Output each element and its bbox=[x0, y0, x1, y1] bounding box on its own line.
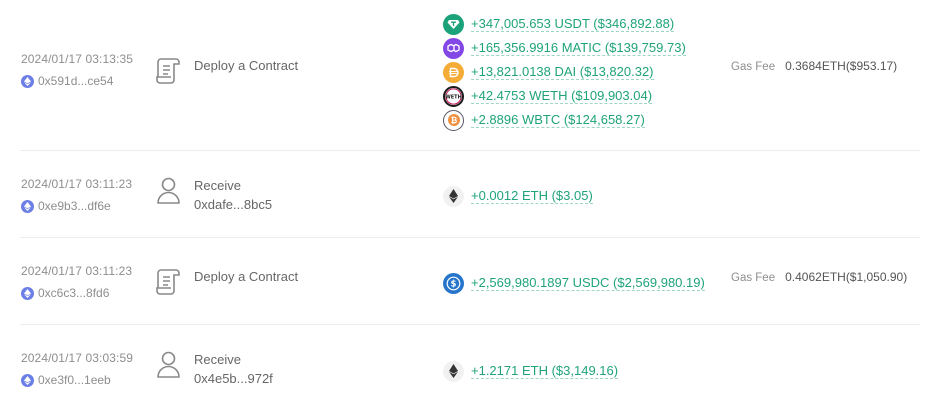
counterparty-address-link[interactable]: 0xdafe...8bc5 bbox=[194, 195, 272, 214]
transaction-row: 2024/01/17 03:11:23 0xc6c3...8fd6 Deploy… bbox=[0, 238, 920, 325]
svg-text:₿: ₿ bbox=[450, 116, 457, 125]
eth-icon bbox=[443, 185, 464, 207]
action-type-label: Deploy a Contract bbox=[194, 58, 299, 73]
asset-change-item: +0.0012 ETH ($3.05) bbox=[443, 184, 593, 208]
action-column: Deploy a Contract bbox=[155, 56, 298, 84]
gas-fee: Gas Fee 0.4062ETH($1,050.90) bbox=[731, 270, 907, 284]
svg-text:WETH: WETH bbox=[445, 94, 462, 100]
asset-amount-link[interactable]: +347,005.653 USDT ($346,892.88) bbox=[471, 16, 675, 32]
transaction-hash-link[interactable]: 0xc6c3...8fd6 bbox=[38, 286, 109, 300]
gas-fee: Gas Fee 0.3684ETH($953.17) bbox=[731, 59, 897, 73]
asset-amount-link[interactable]: +42.4753 WETH ($109,903.04) bbox=[471, 88, 653, 104]
transaction-list: 2024/01/17 03:13:35 0x591d...ce54 Deploy… bbox=[0, 0, 939, 408]
time-hash-column: 2024/01/17 03:03:59 0xe3f0...1eeb bbox=[21, 351, 133, 387]
transaction-hash-link[interactable]: 0xe3f0...1eeb bbox=[38, 373, 111, 387]
asset-amount-link[interactable]: +165,356.9916 MATIC ($139,759.73) bbox=[471, 40, 686, 56]
transaction-timestamp: 2024/01/17 03:03:59 bbox=[21, 351, 134, 365]
asset-amount-link[interactable]: +2,569,980.1897 USDC ($2,569,980.19) bbox=[471, 275, 705, 291]
asset-amount-link[interactable]: +2.8896 WBTC ($124,658.27) bbox=[471, 112, 645, 128]
asset-changes: +1.2171 ETH ($3,149.16) bbox=[443, 359, 619, 383]
asset-change-item: +165,356.9916 MATIC ($139,759.73) bbox=[443, 36, 686, 60]
user-icon bbox=[157, 177, 180, 204]
transaction-row: 2024/01/17 03:11:23 0xe9b3...df6e Receiv… bbox=[0, 151, 920, 238]
contract-scroll-icon bbox=[156, 58, 180, 84]
dai-icon bbox=[443, 61, 464, 83]
transaction-timestamp: 2024/01/17 03:13:35 bbox=[21, 52, 134, 66]
matic-icon bbox=[443, 37, 464, 59]
contract-scroll-icon bbox=[156, 269, 180, 295]
action-type-label: Receive bbox=[194, 178, 241, 193]
action-column: Receive 0xdafe...8bc5 bbox=[155, 176, 272, 214]
transaction-hash-link[interactable]: 0xe9b3...df6e bbox=[38, 199, 111, 213]
wbtc-icon: ₿ bbox=[443, 109, 464, 131]
ethereum-chain-icon bbox=[21, 199, 34, 213]
asset-change-item: +1.2171 ETH ($3,149.16) bbox=[443, 359, 619, 383]
usdc-icon: $ bbox=[443, 272, 464, 294]
time-hash-column: 2024/01/17 03:11:23 0xc6c3...8fd6 bbox=[21, 264, 132, 300]
transaction-timestamp: 2024/01/17 03:11:23 bbox=[21, 177, 133, 191]
gas-fee-label: Gas Fee bbox=[731, 61, 776, 73]
ethereum-chain-icon bbox=[21, 373, 34, 387]
weth-icon: WETH bbox=[443, 85, 464, 107]
gas-fee-label: Gas Fee bbox=[731, 272, 776, 284]
counterparty-address-link[interactable]: 0x4e5b...972f bbox=[194, 369, 273, 388]
asset-amount-link[interactable]: +1.2171 ETH ($3,149.16) bbox=[471, 363, 619, 379]
action-column: Receive 0x4e5b...972f bbox=[155, 350, 273, 388]
svg-text:$: $ bbox=[451, 279, 457, 289]
asset-amount-link[interactable]: +13,821.0138 DAI ($13,820.32) bbox=[471, 64, 654, 80]
time-hash-column: 2024/01/17 03:13:35 0x591d...ce54 bbox=[21, 52, 133, 88]
asset-changes: +0.0012 ETH ($3.05) bbox=[443, 184, 593, 208]
ethereum-chain-icon bbox=[21, 286, 34, 300]
asset-amount-link[interactable]: +0.0012 ETH ($3.05) bbox=[471, 188, 593, 204]
asset-change-item: +13,821.0138 DAI ($13,820.32) bbox=[443, 60, 686, 84]
user-icon bbox=[157, 351, 180, 378]
asset-change-item: ₿ +2.8896 WBTC ($124,658.27) bbox=[443, 108, 686, 132]
transaction-row: 2024/01/17 03:03:59 0xe3f0...1eeb Receiv… bbox=[0, 325, 920, 408]
transaction-hash-link[interactable]: 0x591d...ce54 bbox=[38, 74, 113, 88]
asset-changes: $ +2,569,980.1897 USDC ($2,569,980.19) bbox=[443, 271, 705, 295]
ethereum-chain-icon bbox=[21, 74, 34, 88]
transaction-row: 2024/01/17 03:13:35 0x591d...ce54 Deploy… bbox=[0, 0, 920, 151]
asset-change-item: $ +2,569,980.1897 USDC ($2,569,980.19) bbox=[443, 271, 705, 295]
action-column: Deploy a Contract bbox=[155, 267, 298, 295]
asset-change-item: WETH +42.4753 WETH ($109,903.04) bbox=[443, 84, 686, 108]
transaction-timestamp: 2024/01/17 03:11:23 bbox=[21, 264, 133, 278]
time-hash-column: 2024/01/17 03:11:23 0xe9b3...df6e bbox=[21, 177, 132, 213]
gas-fee-value: 0.4062ETH($1,050.90) bbox=[785, 270, 908, 284]
usdt-icon bbox=[443, 13, 464, 35]
gas-fee-value: 0.3684ETH($953.17) bbox=[785, 59, 898, 73]
eth-icon bbox=[443, 360, 464, 382]
asset-change-item: +347,005.653 USDT ($346,892.88) bbox=[443, 12, 686, 36]
action-type-label: Receive bbox=[194, 352, 241, 367]
asset-changes: +347,005.653 USDT ($346,892.88) +165,356… bbox=[443, 12, 686, 132]
action-type-label: Deploy a Contract bbox=[194, 269, 299, 284]
